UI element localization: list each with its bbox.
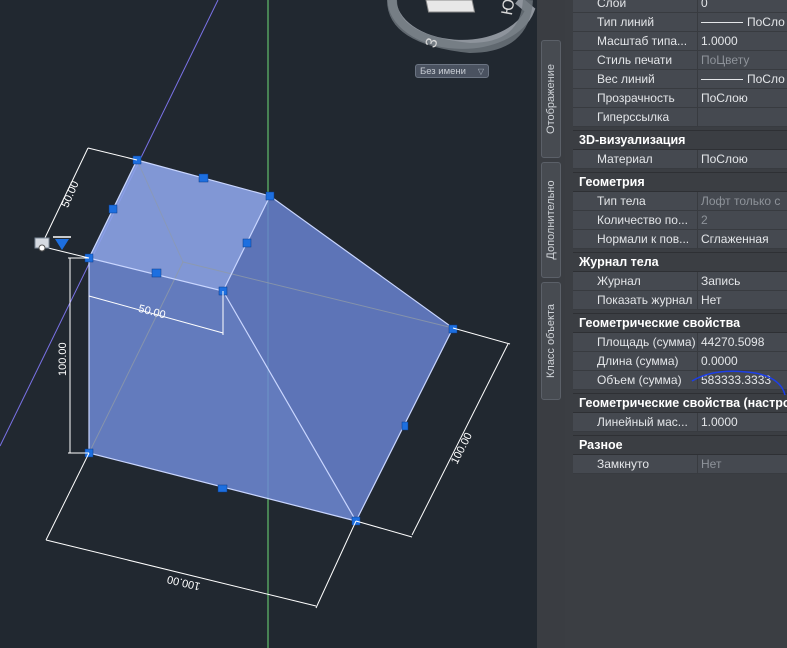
prop-value[interactable]: 44270.5098 — [698, 333, 787, 352]
tab-additional-label: Дополнительно — [545, 180, 557, 260]
prop-row-linetype[interactable]: Тип линий ПоСло — [573, 13, 787, 32]
view-dropdown-label: Без имени — [420, 66, 466, 77]
prop-value[interactable]: 2 — [698, 211, 787, 230]
prop-row-normals[interactable]: Нормали к пов... Сглаженная — [573, 230, 787, 249]
section-misc[interactable]: Разное — [573, 435, 787, 455]
prop-row-history[interactable]: Журнал Запись — [573, 272, 787, 291]
properties-tabs-strip: Отображение Дополнительно Класс объекта — [537, 0, 565, 648]
prop-label: Количество по... — [573, 211, 698, 230]
model-canvas[interactable]: 3 Ю 50.00 50.00 100.00 100.00 100.00 — [0, 0, 537, 648]
prop-value[interactable]: 0.0000 — [698, 352, 787, 371]
prop-label: Прозрачность — [573, 89, 698, 108]
tab-object-class[interactable]: Класс объекта — [541, 282, 561, 400]
prop-row-solid-type[interactable]: Тип тела Лофт только с — [573, 192, 787, 211]
prop-value[interactable]: 1.0000 — [698, 413, 787, 432]
prop-label: Площадь (сумма) — [573, 333, 698, 352]
dim-base-width: 100.00 — [166, 573, 201, 592]
prop-label: Показать журнал — [573, 291, 698, 310]
prop-value[interactable]: 583333.3333 — [698, 371, 787, 390]
prop-label: Стиль печати — [573, 51, 698, 70]
line-sample-icon — [701, 22, 743, 24]
prop-label: Длина (сумма) — [573, 352, 698, 371]
prop-value[interactable] — [698, 108, 787, 127]
prop-row-material[interactable]: Материал ПоСлою — [573, 150, 787, 169]
dim-base-depth: 100.00 — [449, 431, 475, 466]
viewcube[interactable]: 3 Ю — [387, 0, 536, 54]
prop-label: Материал — [573, 150, 698, 169]
prop-value[interactable]: Нет — [698, 291, 787, 310]
prop-value[interactable]: Запись — [698, 272, 787, 291]
prop-value[interactable]: 0 — [698, 0, 787, 13]
dim-height: 100.00 — [57, 342, 69, 376]
prop-row-volume[interactable]: Объем (сумма) 583333.3333 — [573, 371, 787, 390]
prop-row-hyperlink[interactable]: Гиперссылка — [573, 108, 787, 127]
prop-label: Тип тела — [573, 192, 698, 211]
prop-label: Нормали к пов... — [573, 230, 698, 249]
properties-panel: Слой 0 Тип линий ПоСло Масштаб типа... 1… — [565, 0, 787, 648]
prop-value[interactable]: ПоСлою — [698, 150, 787, 169]
section-geometric-properties[interactable]: Геометрические свойства — [573, 313, 787, 333]
prop-row-length[interactable]: Длина (сумма) 0.0000 — [573, 352, 787, 371]
prop-value[interactable]: Лофт только с — [698, 192, 787, 211]
prop-row-show-history[interactable]: Показать журнал Нет — [573, 291, 787, 310]
prop-label: Замкнуто — [573, 455, 698, 474]
section-3d-visualization[interactable]: 3D-визуализация — [573, 130, 787, 150]
tab-display-label: Отображение — [545, 64, 557, 134]
prop-row-closed[interactable]: Замкнуто Нет — [573, 455, 787, 474]
prop-row-area[interactable]: Площадь (сумма) 44270.5098 — [573, 333, 787, 352]
prop-value[interactable]: Нет — [698, 455, 787, 474]
drawing-viewport[interactable]: 3 Ю 50.00 50.00 100.00 100.00 100.00 Без… — [0, 0, 537, 648]
prop-label: Вес линий — [573, 70, 698, 89]
prop-label: Слой — [573, 0, 698, 13]
prop-label: Тип линий — [573, 13, 698, 32]
tab-display[interactable]: Отображение — [541, 40, 561, 158]
prop-value-text: ПоСло — [747, 15, 785, 29]
tab-object-class-label: Класс объекта — [545, 303, 557, 379]
prop-value[interactable]: ПоСло — [698, 70, 787, 89]
prop-row-plot-style[interactable]: Стиль печати ПоЦвету — [573, 51, 787, 70]
prop-value[interactable]: Сглаженная — [698, 230, 787, 249]
prop-row-lineweight[interactable]: Вес линий ПоСло — [573, 70, 787, 89]
prop-label: Гиперссылка — [573, 108, 698, 127]
loft-solid[interactable] — [88, 159, 454, 522]
prop-label: Масштаб типа... — [573, 32, 698, 51]
prop-row-transparency[interactable]: Прозрачность ПоСлою — [573, 89, 787, 108]
prop-label: Журнал — [573, 272, 698, 291]
section-geometry[interactable]: Геометрия — [573, 172, 787, 192]
prop-row-count[interactable]: Количество по... 2 — [573, 211, 787, 230]
viewcube-compass-label: Ю — [499, 0, 519, 17]
prop-row-linear-scale[interactable]: Линейный мас... 1.0000 — [573, 413, 787, 432]
section-geometric-properties-custom[interactable]: Геометрические свойства (настрой — [573, 393, 787, 413]
prop-value-text: ПоСло — [747, 72, 785, 86]
dim-top-width: 50.00 — [59, 179, 81, 209]
prop-value[interactable]: ПоСло — [698, 13, 787, 32]
prop-value[interactable]: ПоЦвету — [698, 51, 787, 70]
chevron-down-icon: ▽ — [477, 67, 484, 76]
prop-label: Линейный мас... — [573, 413, 698, 432]
prop-label: Объем (сумма) — [573, 371, 698, 390]
prop-row-linetype-scale[interactable]: Масштаб типа... 1.0000 — [573, 32, 787, 51]
tab-additional[interactable]: Дополнительно — [541, 162, 561, 278]
view-dropdown[interactable]: Без имени ▽ — [415, 64, 489, 78]
prop-row-layer[interactable]: Слой 0 — [573, 0, 787, 13]
prop-value[interactable]: ПоСлою — [698, 89, 787, 108]
prop-value[interactable]: 1.0000 — [698, 32, 787, 51]
line-sample-icon — [701, 79, 743, 81]
section-solid-history[interactable]: Журнал тела — [573, 252, 787, 272]
